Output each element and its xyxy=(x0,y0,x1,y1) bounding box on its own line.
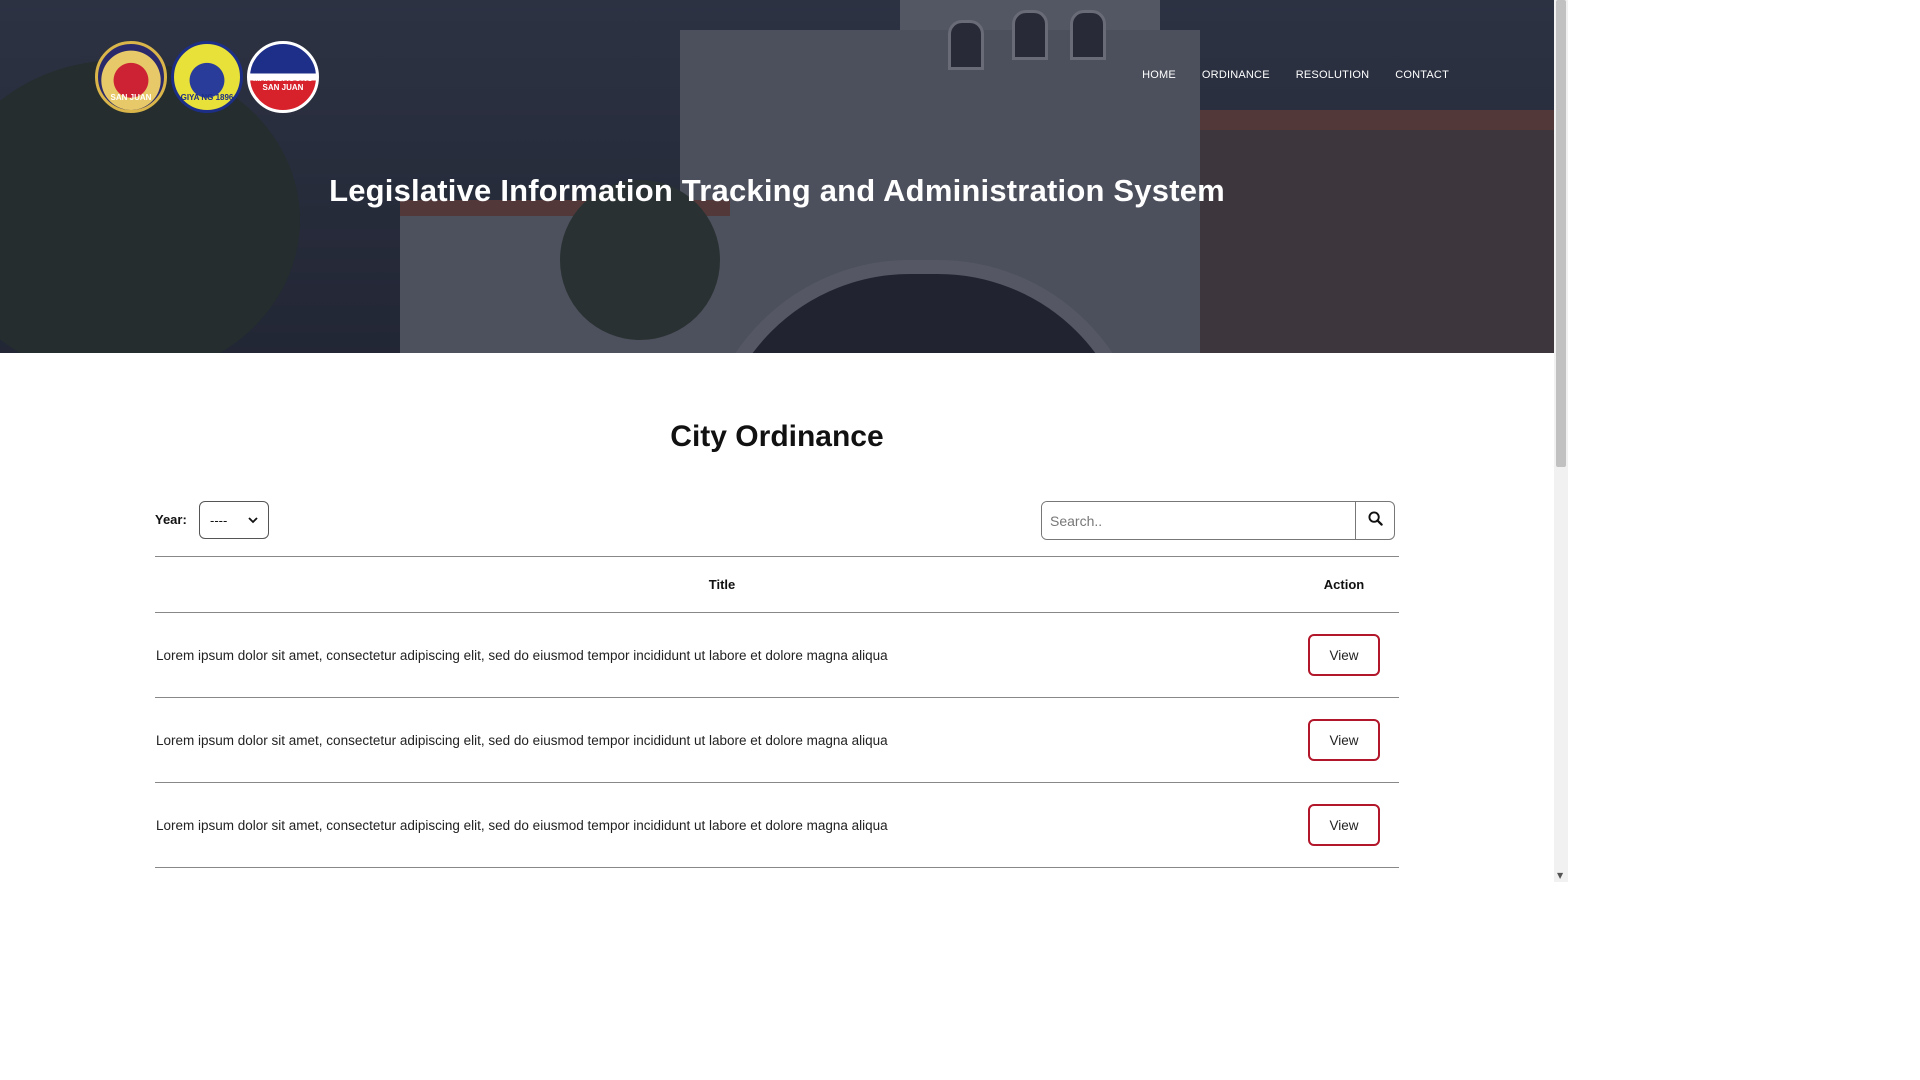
sangguniang-seal-icon[interactable]: SAN JUAN xyxy=(95,41,167,113)
year-select[interactable]: ---- xyxy=(199,501,269,539)
nav-ordinance[interactable]: ORDINANCE xyxy=(1202,69,1270,81)
main-nav: HOME ORDINANCE RESOLUTION CONTACT xyxy=(1142,69,1449,81)
nav-home[interactable]: HOME xyxy=(1142,69,1176,81)
chevron-down-icon xyxy=(248,513,258,528)
city-seal-icon[interactable]: GIYA NG 1896 xyxy=(171,41,243,113)
search-button[interactable] xyxy=(1355,502,1394,539)
column-title: Title xyxy=(155,556,1289,613)
search-input[interactable] xyxy=(1042,502,1355,539)
view-button[interactable]: View xyxy=(1308,719,1380,761)
hero-banner: SAN JUAN GIYA NG 1896 MAKABAGONG SAN JUA… xyxy=(0,0,1554,353)
search-icon xyxy=(1367,511,1383,530)
table-header-row: Title Action xyxy=(155,556,1399,613)
row-title: Lorem ipsum dolor sit amet, consectetur … xyxy=(155,782,1289,868)
search-box xyxy=(1041,501,1395,540)
table-row: Lorem ipsum dolor sit amet, consectetur … xyxy=(155,697,1399,783)
row-title: Lorem ipsum dolor sit amet, consectetur … xyxy=(155,697,1289,783)
page-scrollbar[interactable]: ▼ xyxy=(1554,0,1568,882)
scroll-down-icon[interactable]: ▼ xyxy=(1557,871,1563,880)
year-label: Year: xyxy=(155,512,187,527)
scrollbar-thumb[interactable] xyxy=(1556,0,1566,467)
logo-group: SAN JUAN GIYA NG 1896 MAKABAGONG SAN JUA… xyxy=(95,41,319,113)
ordinance-table: Title Action Lorem ipsum dolor sit amet,… xyxy=(155,556,1399,868)
nav-contact[interactable]: CONTACT xyxy=(1395,69,1449,81)
makabagong-san-juan-icon[interactable]: MAKABAGONG SAN JUAN xyxy=(247,41,319,113)
nav-resolution[interactable]: RESOLUTION xyxy=(1296,69,1370,81)
view-button[interactable]: View xyxy=(1308,804,1380,846)
table-row: Lorem ipsum dolor sit amet, consectetur … xyxy=(155,782,1399,868)
column-action: Action xyxy=(1289,556,1399,613)
view-button[interactable]: View xyxy=(1308,634,1380,676)
site-title: Legislative Information Tracking and Adm… xyxy=(329,173,1225,208)
page-title: City Ordinance xyxy=(670,420,884,453)
row-title: Lorem ipsum dolor sit amet, consectetur … xyxy=(155,612,1289,698)
table-row: Lorem ipsum dolor sit amet, consectetur … xyxy=(155,612,1399,698)
year-select-value: ---- xyxy=(210,512,228,528)
